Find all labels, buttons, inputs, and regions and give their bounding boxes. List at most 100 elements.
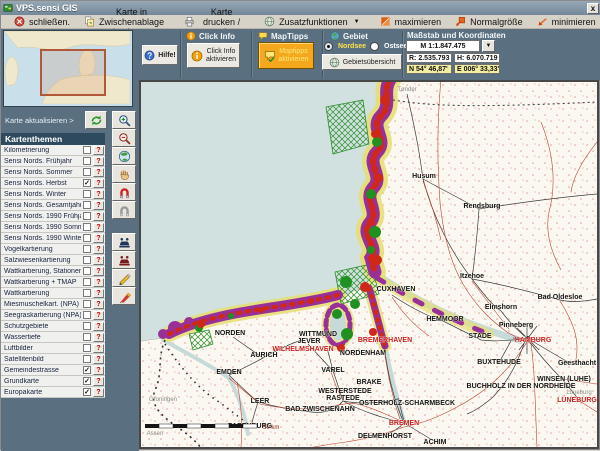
layer-checkbox[interactable] (83, 190, 91, 198)
layer-help-button[interactable]: ? (93, 333, 104, 342)
scale-select[interactable]: M 1:1.847.475 (406, 40, 480, 52)
city-label: CUXHAVEN (377, 286, 416, 293)
scale-dropdown-button[interactable]: ▼ (482, 40, 495, 52)
click-info-activate-button[interactable]: Click Infoaktivieren (187, 43, 240, 68)
layer-checkbox[interactable] (83, 212, 91, 220)
area-overview-button[interactable]: Gebietsübersicht (322, 54, 402, 70)
layer-help-button[interactable]: ? (93, 157, 104, 166)
layer-label: Europakarte (4, 389, 81, 396)
city-label: BRAKE (357, 379, 382, 386)
layer-row: Sensi Nords. Sommer ? (1, 167, 105, 178)
map-tool-button[interactable] (112, 201, 136, 219)
layer-label: Schutzgebiete (4, 323, 81, 330)
layer-checkbox[interactable] (83, 146, 91, 154)
normal-size-button[interactable]: Normalgröße (448, 15, 530, 28)
layer-checkbox[interactable]: ✓ (83, 377, 91, 385)
layer-checkbox[interactable] (83, 278, 91, 286)
layer-checkbox[interactable] (83, 355, 91, 363)
layer-row: Seegraskartierung (NPA) ? (1, 310, 105, 321)
layer-checkbox[interactable] (83, 311, 91, 319)
map-tool-button[interactable] (112, 251, 136, 269)
layer-checkbox[interactable] (83, 267, 91, 275)
scale-coords-header: Maßstab und Koordinaten (407, 31, 506, 40)
map-tool-button[interactable] (112, 233, 136, 251)
layer-help-button[interactable]: ? (93, 234, 104, 243)
layer-help-button[interactable]: ? (93, 179, 104, 188)
layer-help-button[interactable]: ? (93, 366, 104, 375)
layer-help-button[interactable]: ? (93, 311, 104, 320)
extra-functions-button[interactable]: Zusatzfunktionen ▼ (257, 15, 367, 28)
map-canvas[interactable]: TønderHusumRendsburgItzehoeBad OldesloeE… (141, 82, 597, 447)
city-label: STADE (468, 333, 492, 340)
maximize-button[interactable]: maximieren (373, 15, 449, 28)
layer-checkbox[interactable]: ✓ (83, 366, 91, 374)
layer-help-button[interactable]: ? (93, 168, 104, 177)
city-label: Elmshorn (485, 304, 517, 311)
layer-help-button[interactable]: ? (93, 377, 104, 386)
window-close-button[interactable]: x (587, 3, 599, 14)
full-extent-icon (118, 150, 131, 163)
maptipps-activate-button[interactable]: Maptippsaktivieren (258, 42, 314, 69)
layer-help-button[interactable]: ? (93, 245, 104, 254)
city-label: Pinneberg (499, 322, 533, 329)
layer-help-button[interactable]: ? (93, 278, 104, 287)
city-label: Husum (412, 173, 436, 180)
copy-map-button[interactable]: Karte in Zwischenablage kopieren. (77, 15, 171, 28)
overview-extent-rect[interactable] (41, 50, 105, 95)
layer-help-button[interactable]: ? (93, 190, 104, 199)
map-tool-button[interactable] (112, 147, 136, 165)
layer-help-button[interactable]: ? (93, 201, 104, 210)
map-tool-button[interactable] (112, 111, 136, 129)
layer-checkbox[interactable] (83, 168, 91, 176)
layer-row: Satellitenbild ? (1, 354, 105, 365)
map-tool-button[interactable] (112, 287, 136, 305)
layer-checkbox[interactable] (83, 256, 91, 264)
layer-label: Wattkartierung (4, 290, 81, 297)
layer-help-button[interactable]: ? (93, 267, 104, 276)
layer-help-button[interactable]: ? (93, 146, 104, 155)
layer-checkbox[interactable] (83, 234, 91, 242)
layer-checkbox[interactable] (83, 344, 91, 352)
map-tool-button[interactable] (112, 183, 136, 201)
radio-nordsee[interactable] (324, 42, 333, 51)
layer-help-button[interactable]: ? (93, 388, 104, 397)
print-export-button[interactable]: Karte drucken / exportieren (177, 15, 251, 28)
layer-checkbox[interactable]: ✓ (83, 388, 91, 396)
layer-checkbox[interactable] (83, 300, 91, 308)
layer-checkbox[interactable] (83, 322, 91, 330)
layer-label: Wassertiefe (4, 334, 81, 341)
layer-help-button[interactable]: ? (93, 212, 104, 221)
layer-row: Schutzgebiete ? (1, 321, 105, 332)
layer-checkbox[interactable] (83, 333, 91, 341)
layer-list: Kilometrierung ? Sensi Nords. Frühjahr ?… (1, 145, 105, 398)
minimize-button[interactable]: minimieren (530, 15, 600, 28)
layer-label: Sensi Nords. Gesamtjahr (4, 202, 81, 209)
zoom-in-icon (118, 114, 131, 127)
layer-checkbox[interactable] (83, 289, 91, 297)
refresh-map-button[interactable] (85, 111, 107, 129)
layer-help-button[interactable]: ? (93, 289, 104, 298)
map-tool-button[interactable] (112, 269, 136, 287)
layer-help-button[interactable]: ? (93, 322, 104, 331)
map-tool-button[interactable] (112, 165, 136, 183)
refresh-label: Karte aktualisieren > (5, 116, 74, 125)
layer-help-button[interactable]: ? (93, 223, 104, 232)
layer-row: Wattkartierung ? (1, 288, 105, 299)
layer-checkbox[interactable]: ✓ (83, 179, 91, 187)
city-label: EMDEN (216, 369, 241, 376)
layer-checkbox[interactable] (83, 201, 91, 209)
layer-help-button[interactable]: ? (93, 344, 104, 353)
layer-checkbox[interactable] (83, 223, 91, 231)
overview-map[interactable] (3, 30, 133, 107)
city-label: RASTEDE (326, 395, 360, 402)
layer-help-button[interactable]: ? (93, 256, 104, 265)
city-label: HAMBURG (515, 337, 552, 344)
layer-checkbox[interactable] (83, 245, 91, 253)
close-app-button[interactable]: schließen. (7, 15, 77, 28)
layer-help-button[interactable]: ? (93, 355, 104, 364)
help-button[interactable]: Hilfe! (142, 45, 178, 65)
layer-checkbox[interactable] (83, 157, 91, 165)
map-tool-button[interactable] (112, 129, 136, 147)
layer-help-button[interactable]: ? (93, 300, 104, 309)
radio-ostsee[interactable] (370, 42, 379, 51)
